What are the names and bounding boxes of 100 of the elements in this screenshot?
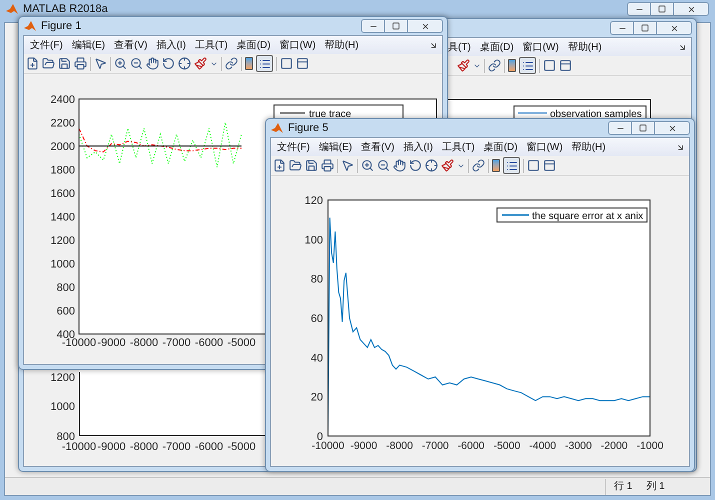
window-icon[interactable]: [559, 59, 572, 72]
maximize-button[interactable]: [634, 21, 656, 35]
menu-item[interactable]: 查看(V): [114, 38, 148, 52]
column-indicator: 列 1: [646, 480, 665, 494]
tick-label: -3000: [565, 440, 592, 452]
legend-label: the square error at x anix: [532, 211, 644, 222]
menu-item[interactable]: 工具(T): [194, 38, 228, 52]
tick-label: 0: [316, 431, 323, 443]
rotate-icon[interactable]: [162, 57, 175, 70]
brush-icon[interactable]: [457, 59, 470, 72]
new-file-icon[interactable]: [26, 57, 39, 70]
legend-toggle[interactable]: [256, 55, 273, 72]
save-icon[interactable]: [305, 159, 318, 172]
legend-toggle[interactable]: [519, 57, 536, 74]
window-title: Figure 1: [41, 18, 82, 34]
tick-label: -7000: [162, 441, 191, 453]
zoom-out-icon[interactable]: [377, 159, 390, 172]
link-icon[interactable]: [488, 59, 501, 72]
menu-item[interactable]: 帮助(H): [568, 40, 602, 54]
tick-label: -6000: [194, 441, 224, 453]
menu-item[interactable]: 桌面(D): [484, 140, 518, 154]
menu-item[interactable]: 桌面(D): [480, 40, 514, 54]
close-button[interactable]: [656, 21, 692, 35]
square-icon[interactable]: [527, 159, 540, 172]
crosshair-icon[interactable]: [425, 159, 438, 172]
menu-item[interactable]: 文件(F): [30, 38, 63, 52]
maximize-icon: [639, 124, 647, 132]
menu-item[interactable]: 帮助(H): [572, 140, 606, 154]
save-icon[interactable]: [58, 57, 71, 70]
close-icon: [686, 4, 696, 14]
menu-item[interactable]: 窗口(W): [522, 40, 559, 54]
pointer-icon[interactable]: [341, 159, 354, 172]
colorbar-icon[interactable]: [245, 57, 253, 70]
maximize-button[interactable]: [385, 19, 407, 33]
tick-label: 1200: [50, 235, 75, 247]
peak-logo-icon: [271, 122, 283, 134]
tick-label: -8000: [386, 440, 413, 452]
tick-label: 60: [310, 313, 323, 325]
minimize-button[interactable]: [608, 121, 632, 135]
maximize-icon: [658, 5, 666, 13]
overflow-arrow-icon[interactable]: [429, 40, 438, 50]
menu-item[interactable]: 查看(V): [361, 140, 394, 154]
brush-icon[interactable]: [441, 159, 454, 172]
hand-icon[interactable]: [146, 57, 159, 70]
menu-item[interactable]: 编辑(E): [318, 140, 352, 154]
close-button[interactable]: [654, 121, 690, 135]
tick-label: -5000: [493, 440, 520, 452]
legend: the square error at x anix: [496, 208, 648, 222]
crosshair-icon[interactable]: [178, 57, 191, 70]
maximize-button[interactable]: [632, 121, 654, 135]
close-icon: [670, 24, 678, 32]
menu-item[interactable]: 帮助(H): [324, 38, 359, 52]
zoom-out-icon[interactable]: [130, 57, 143, 70]
menu-item[interactable]: 插入(I): [403, 140, 433, 154]
zoom-in-icon[interactable]: [361, 159, 374, 172]
tick-label: 800: [56, 282, 75, 294]
tick-label: -6000: [458, 440, 485, 452]
square-icon[interactable]: [280, 57, 293, 70]
pointer-icon[interactable]: [94, 57, 107, 70]
legend-toggle[interactable]: [503, 157, 520, 174]
tick-label: 2000: [50, 141, 75, 153]
folder-icon[interactable]: [289, 159, 302, 172]
minimize-button[interactable]: [610, 21, 634, 35]
printer-icon[interactable]: [74, 57, 87, 70]
menu-item[interactable]: 插入(I): [156, 38, 186, 52]
menu-item[interactable]: 窗口(W): [526, 140, 563, 154]
window-icon[interactable]: [296, 57, 309, 70]
tick-label: -9000: [97, 337, 126, 349]
link-icon[interactable]: [225, 57, 238, 70]
menu-item[interactable]: 桌面(D): [236, 38, 271, 52]
colorbar-icon[interactable]: [508, 59, 516, 72]
tick-label: 1000: [50, 258, 75, 270]
tick-label: 20: [310, 392, 323, 404]
hand-icon[interactable]: [393, 159, 406, 172]
menu-item[interactable]: 编辑(E): [72, 38, 106, 52]
tick-label: -10000: [312, 440, 344, 452]
zoom-in-icon[interactable]: [114, 57, 127, 70]
folder-icon[interactable]: [42, 57, 55, 70]
printer-icon[interactable]: [321, 159, 334, 172]
close-button[interactable]: [407, 19, 443, 33]
minimize-button[interactable]: [627, 2, 651, 16]
window-title: MATLAB R2018a: [23, 2, 108, 17]
minimize-button[interactable]: [361, 19, 385, 33]
brush-icon[interactable]: [194, 57, 207, 70]
colorbar-icon[interactable]: [492, 159, 500, 172]
tick-label: -6000: [194, 337, 224, 349]
window-icon[interactable]: [543, 159, 556, 172]
menu-item[interactable]: 具(T): [448, 40, 471, 54]
overflow-arrow-icon[interactable]: [678, 42, 687, 52]
new-file-icon[interactable]: [273, 159, 286, 172]
tick-label: 1000: [50, 401, 75, 413]
overflow-arrow-icon[interactable]: [676, 142, 685, 152]
close-button[interactable]: [673, 2, 709, 16]
menu-item[interactable]: 窗口(W): [280, 38, 316, 52]
tick-label: -10000: [62, 441, 96, 453]
link-icon[interactable]: [472, 159, 485, 172]
menu-item[interactable]: 文件(F): [277, 140, 310, 154]
rotate-icon[interactable]: [409, 159, 422, 172]
square-icon[interactable]: [543, 59, 556, 72]
maximize-button[interactable]: [651, 2, 673, 16]
